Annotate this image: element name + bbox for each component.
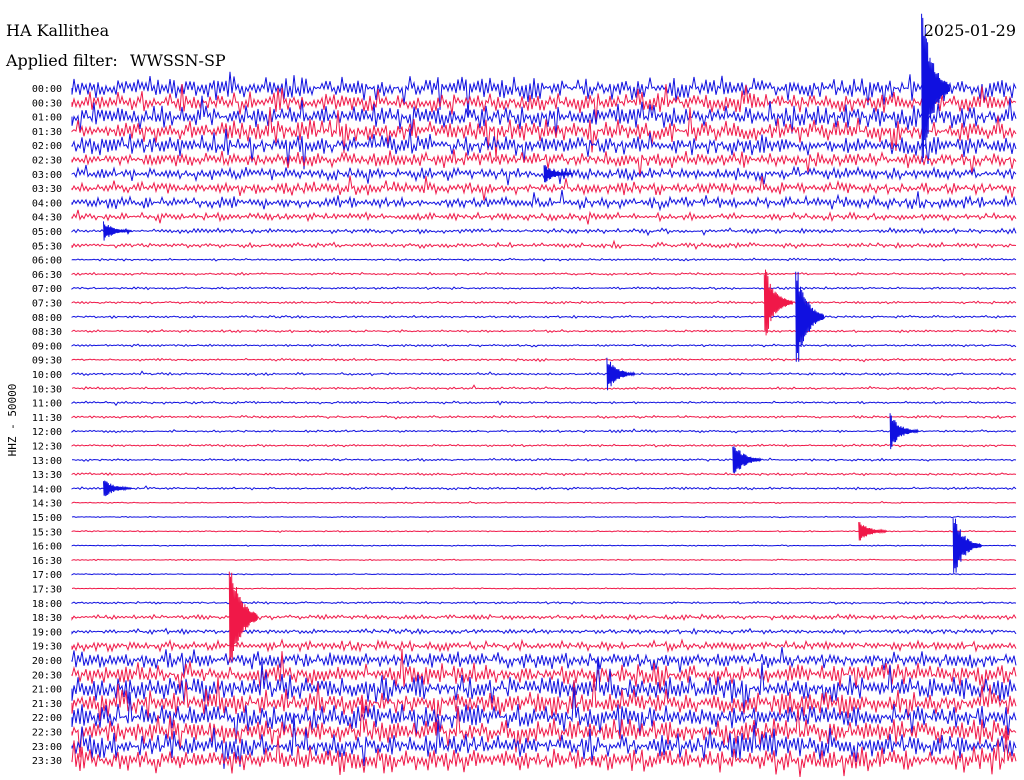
row-label: 23:30 (32, 756, 62, 767)
trace-row-06:30 (71, 271, 1017, 276)
trace-row-10:30 (71, 384, 1017, 391)
event-burst-9 (103, 221, 133, 241)
trace-row-16:30 (71, 558, 1017, 562)
event-burst-4 (889, 413, 919, 450)
event-burst-1 (795, 271, 825, 362)
row-label: 08:30 (32, 327, 62, 338)
row-label: 04:30 (32, 213, 62, 224)
event-burst-11 (952, 518, 982, 573)
row-label: 21:30 (32, 699, 62, 710)
trace-row-18:30 (71, 613, 1017, 621)
filter-label: Applied filter: (5, 51, 118, 70)
row-label: 11:00 (32, 399, 62, 410)
row-label: 21:00 (32, 685, 62, 696)
row-label: 15:30 (32, 527, 62, 538)
row-label: 05:30 (32, 241, 62, 252)
helicorder-chart: 00:00 00:30 01:00 01:30 02:00 02:30 03:00 03:30… (5, 13, 1017, 777)
event-burst-6 (606, 357, 636, 391)
row-label: 14:30 (32, 499, 62, 510)
trace-row-17:30 (71, 587, 1017, 590)
row-label: 05:00 (32, 227, 62, 238)
row-label: 06:00 (32, 256, 62, 267)
row-label: 01:00 (32, 113, 62, 124)
row-label: 13:30 (32, 470, 62, 481)
trace-row-04:00 (71, 189, 1017, 212)
row-label: 02:30 (32, 156, 62, 167)
row-label: 17:00 (32, 570, 62, 581)
trace-row-16:00 (71, 544, 1017, 547)
row-label: 03:00 (32, 170, 62, 181)
trace-row-08:30 (71, 329, 1017, 334)
trace-row-08:00 (71, 314, 1017, 319)
trace-row-11:30 (71, 414, 1017, 420)
row-label: 22:00 (32, 713, 62, 724)
row-label: 19:00 (32, 627, 62, 638)
row-label: 20:00 (32, 656, 62, 667)
row-label: 12:00 (32, 427, 62, 438)
trace-row-14:00 (71, 485, 1017, 491)
trace-row-19:30 (71, 638, 1017, 653)
row-label: 08:00 (32, 313, 62, 324)
trace-row-09:30 (71, 357, 1017, 363)
channel-label: HHZ - 50000 (6, 384, 19, 457)
row-label: 15:00 (32, 513, 62, 524)
row-label: 11:30 (32, 413, 62, 424)
event-burst-5 (732, 446, 762, 474)
trace-area (71, 13, 1017, 777)
trace-row-12:30 (71, 443, 1017, 448)
filter-name: WWSSN-SP (130, 51, 226, 70)
row-label: 01:30 (32, 127, 62, 138)
row-label: 23:00 (32, 742, 62, 753)
row-label: 00:30 (32, 98, 62, 109)
row-label: 03:30 (32, 184, 62, 195)
trace-row-13:30 (71, 471, 1017, 477)
event-burst-3 (228, 571, 258, 663)
trace-row-06:00 (71, 257, 1017, 262)
trace-row-05:30 (71, 239, 1017, 250)
time-labels: 00:00 00:30 01:00 01:30 02:00 02:30 03:00 03:30… (32, 84, 62, 767)
row-label: 13:00 (32, 456, 62, 467)
row-label: 07:00 (32, 284, 62, 295)
row-label: 18:30 (32, 613, 62, 624)
row-label: 22:30 (32, 728, 62, 739)
row-label: 14:00 (32, 484, 62, 495)
trace-row-14:30 (71, 500, 1017, 504)
row-label: 09:00 (32, 341, 62, 352)
row-label: 10:00 (32, 370, 62, 381)
trace-row-19:00 (71, 627, 1017, 636)
row-label: 20:30 (32, 670, 62, 681)
row-label: 09:30 (32, 356, 62, 367)
trace-row-09:00 (71, 343, 1017, 348)
event-burst-8 (103, 480, 133, 497)
trace-row-13:00 (71, 457, 1017, 462)
row-label: 16:00 (32, 542, 62, 553)
row-label: 10:30 (32, 384, 62, 395)
row-label: 18:00 (32, 599, 62, 610)
row-label: 07:30 (32, 299, 62, 310)
trace-row-04:30 (71, 209, 1017, 225)
trace-row-15:00 (71, 515, 1017, 519)
trace-row-12:00 (71, 428, 1017, 434)
trace-row-11:00 (71, 400, 1017, 407)
row-label: 00:00 (32, 84, 62, 95)
trace-row-07:30 (71, 300, 1017, 305)
trace-row-00:30 (71, 83, 1017, 123)
row-label: 17:30 (32, 585, 62, 596)
trace-row-05:00 (71, 227, 1017, 237)
trace-row-07:00 (71, 286, 1017, 291)
row-label: 16:30 (32, 556, 62, 567)
row-label: 19:30 (32, 642, 62, 653)
trace-row-21:30 (71, 671, 1017, 731)
row-label: 02:00 (32, 141, 62, 152)
trace-row-17:00 (71, 572, 1017, 576)
date-label: 2025-01-29 (924, 21, 1016, 40)
row-label: 04:00 (32, 198, 62, 209)
row-label: 12:30 (32, 442, 62, 453)
trace-row-10:00 (71, 370, 1017, 377)
event-burst-2 (763, 269, 793, 336)
event-burst-7 (858, 522, 888, 541)
row-label: 06:30 (32, 270, 62, 281)
station-title: HA Kallithea (6, 21, 110, 40)
trace-row-18:00 (71, 600, 1017, 605)
